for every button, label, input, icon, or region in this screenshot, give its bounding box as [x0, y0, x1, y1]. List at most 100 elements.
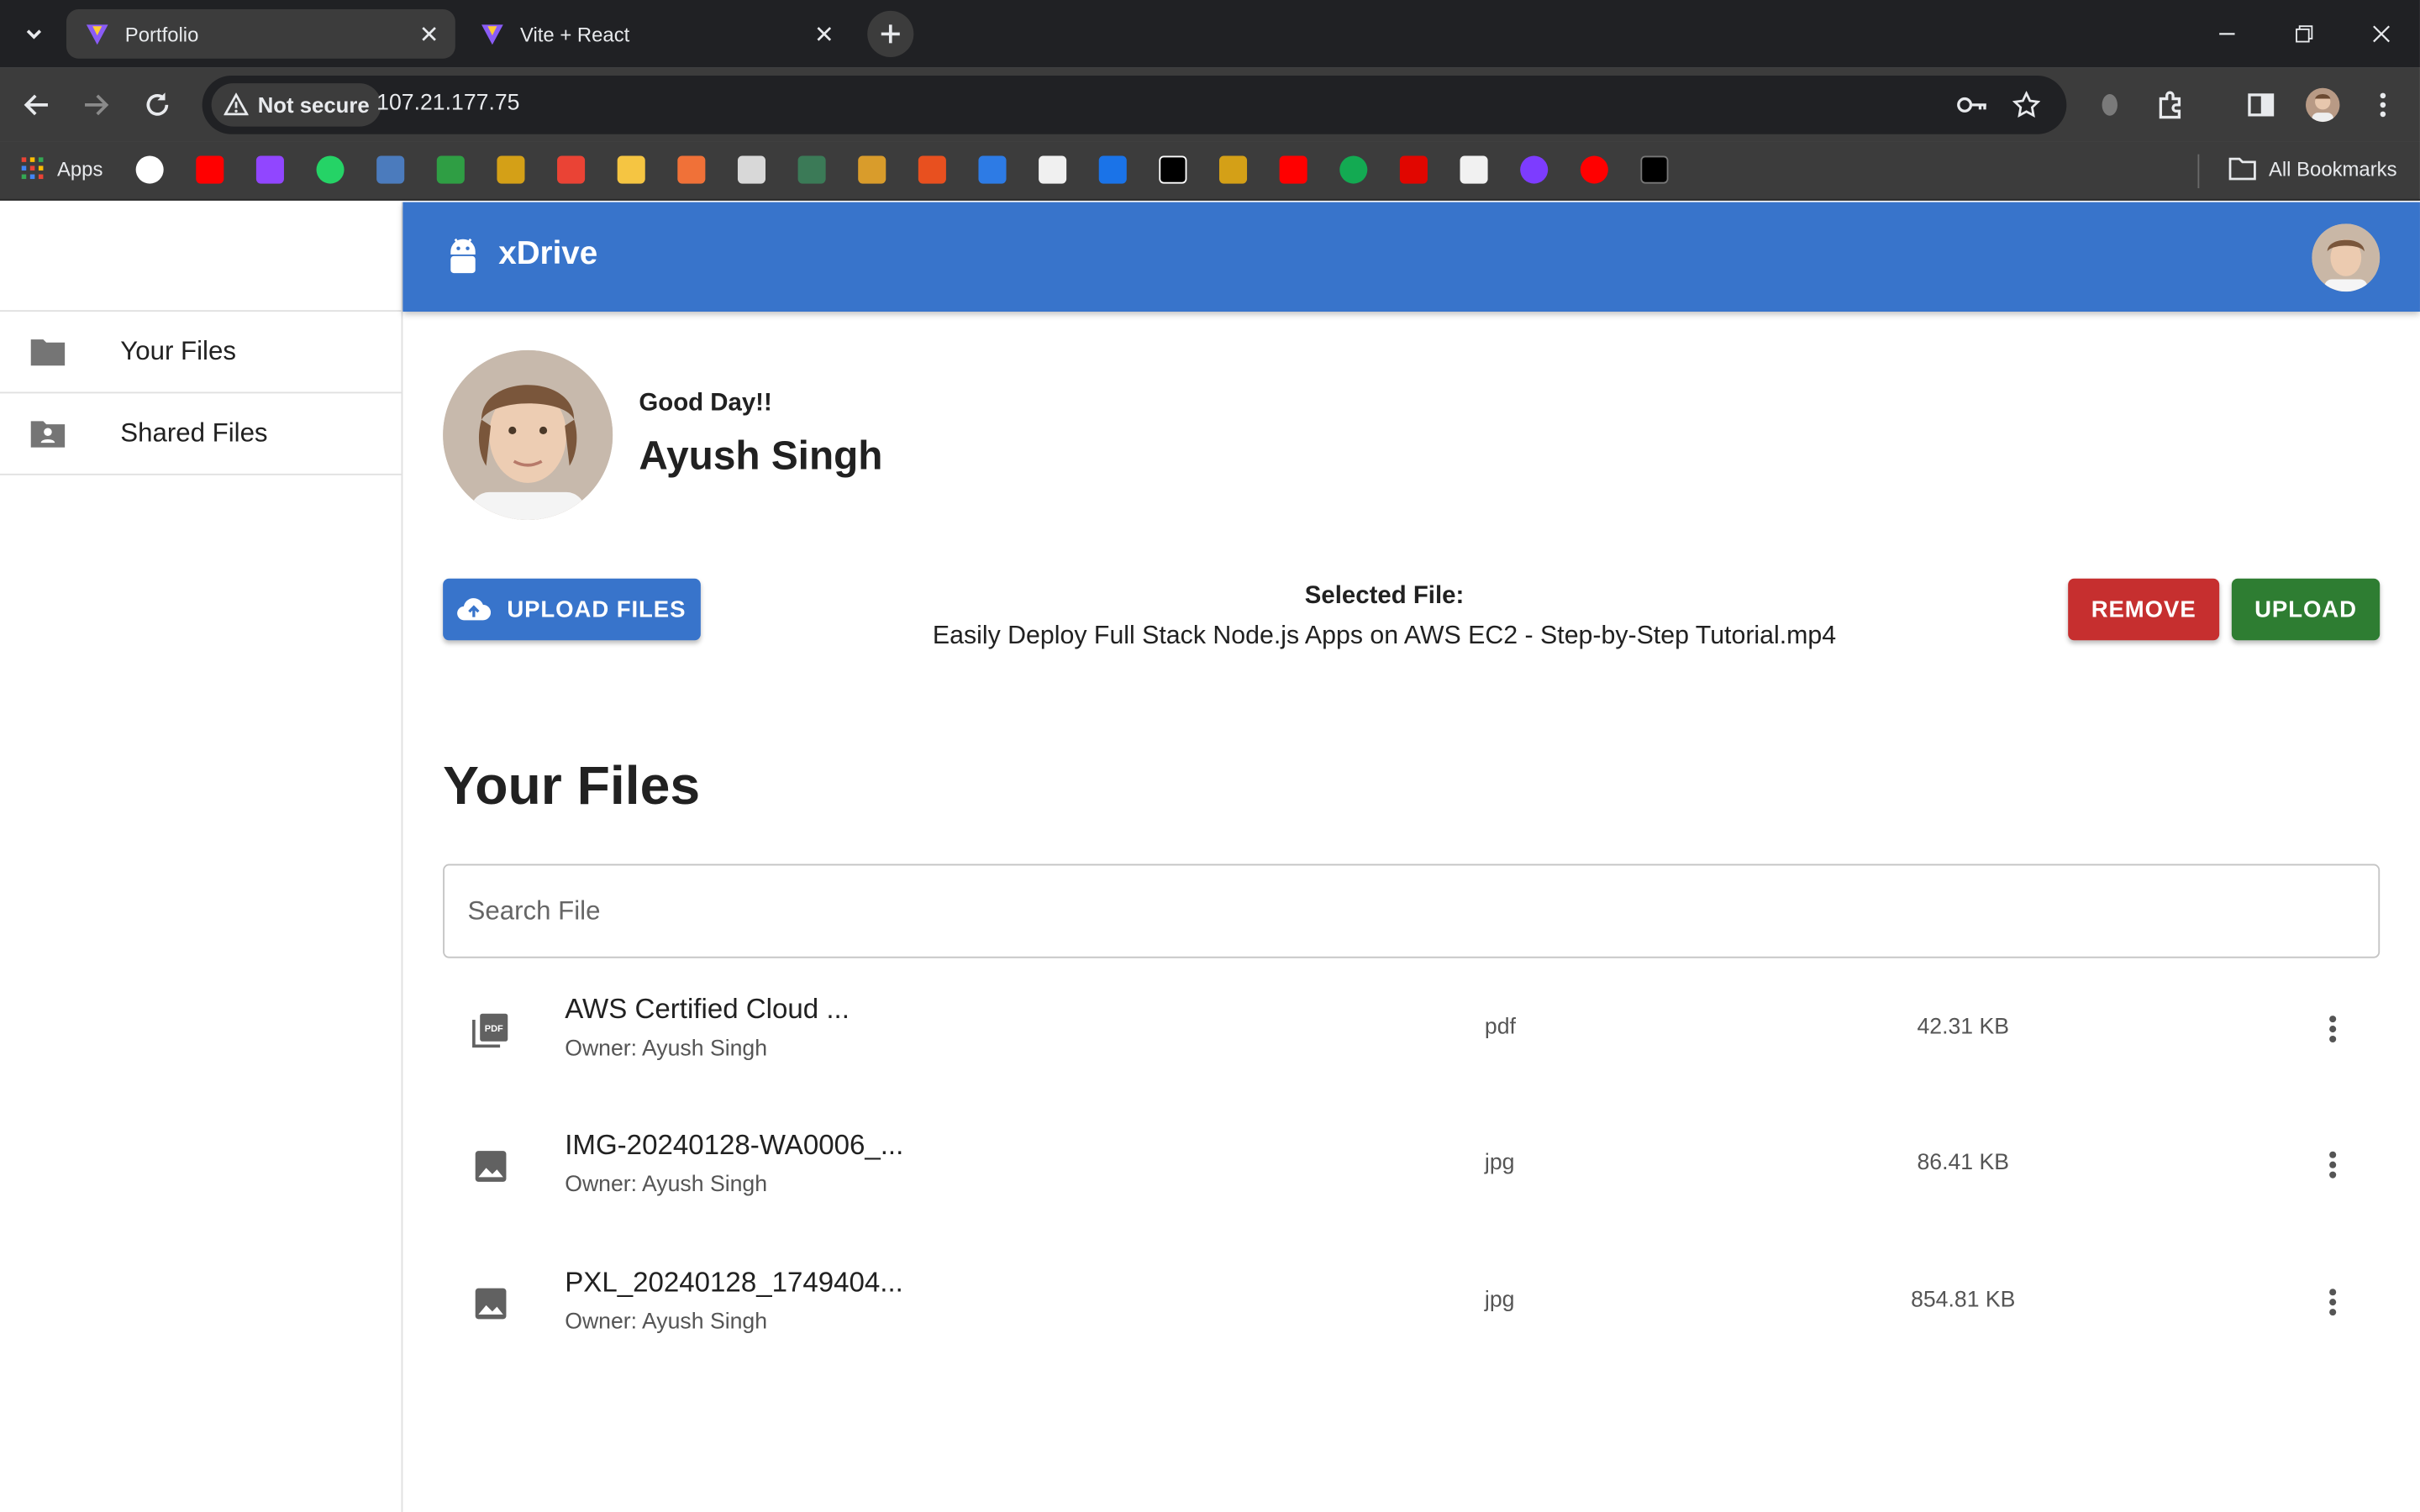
- restore-button[interactable]: [2281, 13, 2328, 55]
- svg-text:PDF: PDF: [485, 1024, 503, 1034]
- google-icon[interactable]: [135, 155, 164, 184]
- pdf-icon: PDF: [471, 1011, 511, 1051]
- brand-name: xDrive: [498, 236, 598, 272]
- file-row[interactable]: PDF AWS Certified Cloud ... Owner: Ayush…: [443, 964, 2380, 1100]
- mongodb-icon[interactable]: [1339, 155, 1368, 184]
- security-chip[interactable]: Not secure: [211, 83, 382, 127]
- gmail-icon[interactable]: [557, 155, 586, 184]
- upload-button[interactable]: UPLOAD: [2231, 578, 2381, 641]
- vite-icon: [480, 22, 504, 46]
- sidebar-header: [0, 202, 402, 312]
- x-icon[interactable]: [918, 155, 946, 184]
- file-row[interactable]: PXL_20240128_1749404... Owner: Ayush Sin…: [443, 1237, 2380, 1373]
- tab-search-chevron-icon[interactable]: [15, 15, 52, 52]
- forward-button[interactable]: [74, 83, 117, 126]
- main-content: Good Day!! Ayush Singh UPLOAD FILES Sele…: [402, 312, 2420, 1512]
- key-icon[interactable]: [1957, 90, 1988, 121]
- android-icon: [450, 238, 476, 274]
- browser-tab-vite-react[interactable]: Vite + React: [461, 9, 850, 59]
- browser-tab-portfolio[interactable]: Portfolio: [66, 9, 455, 59]
- file-name[interactable]: IMG-20240128-WA0006_...: [565, 1129, 903, 1162]
- back-button[interactable]: [15, 83, 58, 126]
- profile-avatar: [443, 349, 613, 520]
- address-bar[interactable]: Not secure 107.21.177.75: [202, 75, 2067, 134]
- file-type: jpg: [1484, 1151, 1515, 1176]
- selected-file-label: Selected File:: [1304, 583, 1465, 610]
- bookmark-icon[interactable]: [797, 155, 826, 184]
- close-tab-icon[interactable]: [810, 20, 838, 48]
- security-label: Not secure: [257, 92, 370, 118]
- bookmark-icon[interactable]: [1098, 155, 1127, 184]
- bookmark-icon[interactable]: [677, 155, 706, 184]
- bookmark-icon[interactable]: [497, 155, 525, 184]
- sidebar-item-label: Your Files: [120, 336, 236, 366]
- bookmark-icon[interactable]: [1520, 155, 1549, 184]
- bookmark-icon[interactable]: [737, 155, 766, 184]
- sidebar-item-shared-files[interactable]: Shared Files: [0, 393, 402, 475]
- bookmark-apps[interactable]: Apps: [20, 156, 103, 181]
- browser-tab-bar: Portfolio Vite + React: [0, 0, 2420, 68]
- bookmark-icon[interactable]: [1218, 155, 1248, 184]
- file-name[interactable]: AWS Certified Cloud ...: [565, 994, 850, 1026]
- plus-icon: [881, 24, 900, 44]
- file-owner: Owner: Ayush Singh: [565, 1037, 768, 1062]
- bookmark-icon[interactable]: [376, 155, 405, 184]
- selected-file-name: Easily Deploy Full Stack Node.js Apps on…: [932, 622, 1837, 650]
- bookmarks-bar: Apps All Bookmarks: [0, 141, 2420, 201]
- youtube-icon[interactable]: [1279, 155, 1307, 184]
- arrow-left-icon: [24, 94, 48, 116]
- file-type: jpg: [1484, 1288, 1515, 1314]
- twitch-icon[interactable]: [255, 155, 284, 184]
- folder-icon: [0, 336, 120, 367]
- warning-icon: [224, 92, 249, 116]
- bookmark-icon[interactable]: [617, 155, 645, 184]
- bookmark-icon[interactable]: [1039, 155, 1067, 184]
- tab-title: Portfolio: [124, 22, 199, 46]
- minimize-button[interactable]: [2204, 13, 2250, 55]
- close-tab-icon[interactable]: [415, 20, 443, 48]
- side-panel-icon[interactable]: [2245, 90, 2276, 121]
- all-bookmarks[interactable]: All Bookmarks: [2228, 156, 2397, 181]
- all-bookmarks-label: All Bookmarks: [2268, 156, 2397, 180]
- search-input[interactable]: [443, 864, 2381, 958]
- more-vert-icon[interactable]: [2312, 1145, 2352, 1185]
- file-name[interactable]: PXL_20240128_1749404...: [565, 1267, 903, 1299]
- medium-icon[interactable]: [1640, 155, 1669, 184]
- remove-button[interactable]: REMOVE: [2068, 578, 2220, 641]
- screen: Portfolio Vite + React Not secure 107.21…: [0, 0, 2420, 1512]
- browser-toolbar: Not secure 107.21.177.75: [0, 67, 2420, 142]
- extension-dot-icon[interactable]: [2094, 90, 2125, 121]
- youtube-icon[interactable]: [196, 155, 224, 184]
- more-vert-icon[interactable]: [2312, 1282, 2352, 1322]
- youtube-music-icon[interactable]: [1580, 155, 1608, 184]
- bookmark-icon[interactable]: [978, 155, 1007, 184]
- file-owner: Owner: Ayush Singh: [565, 1172, 768, 1198]
- more-vert-icon[interactable]: [2367, 90, 2398, 121]
- more-vert-icon[interactable]: [2312, 1009, 2352, 1049]
- minimize-icon: [2219, 33, 2235, 35]
- file-size: 86.41 KB: [1917, 1151, 2010, 1176]
- header-avatar[interactable]: [2312, 223, 2381, 292]
- whatsapp-icon[interactable]: [316, 155, 345, 184]
- url-text[interactable]: 107.21.177.75: [376, 91, 519, 115]
- profile-avatar-icon[interactable]: [2306, 87, 2340, 123]
- file-row[interactable]: IMG-20240128-WA0006_... Owner: Ayush Sin…: [443, 1100, 2380, 1236]
- sidebar-item-your-files[interactable]: Your Files: [0, 312, 402, 394]
- bookmark-icon[interactable]: [858, 155, 886, 184]
- cloud-upload-icon: [457, 598, 492, 621]
- star-icon[interactable]: [2011, 90, 2042, 121]
- extensions-icon[interactable]: [2156, 90, 2187, 121]
- upload-files-button[interactable]: UPLOAD FILES: [443, 578, 701, 641]
- reload-button[interactable]: [136, 83, 179, 126]
- x-twitter-icon[interactable]: [1159, 155, 1187, 184]
- tab-title: Vite + React: [519, 22, 630, 46]
- f1-icon[interactable]: [1399, 155, 1428, 184]
- brand[interactable]: xDrive: [446, 234, 597, 275]
- section-title: Your Files: [443, 755, 701, 816]
- bookmark-icon[interactable]: [436, 155, 465, 184]
- new-tab-button[interactable]: [867, 10, 914, 57]
- bookmark-icon[interactable]: [1460, 155, 1488, 184]
- shared-folder-icon: [0, 418, 120, 449]
- close-window-button[interactable]: [2358, 13, 2404, 55]
- close-icon: [2373, 25, 2390, 43]
